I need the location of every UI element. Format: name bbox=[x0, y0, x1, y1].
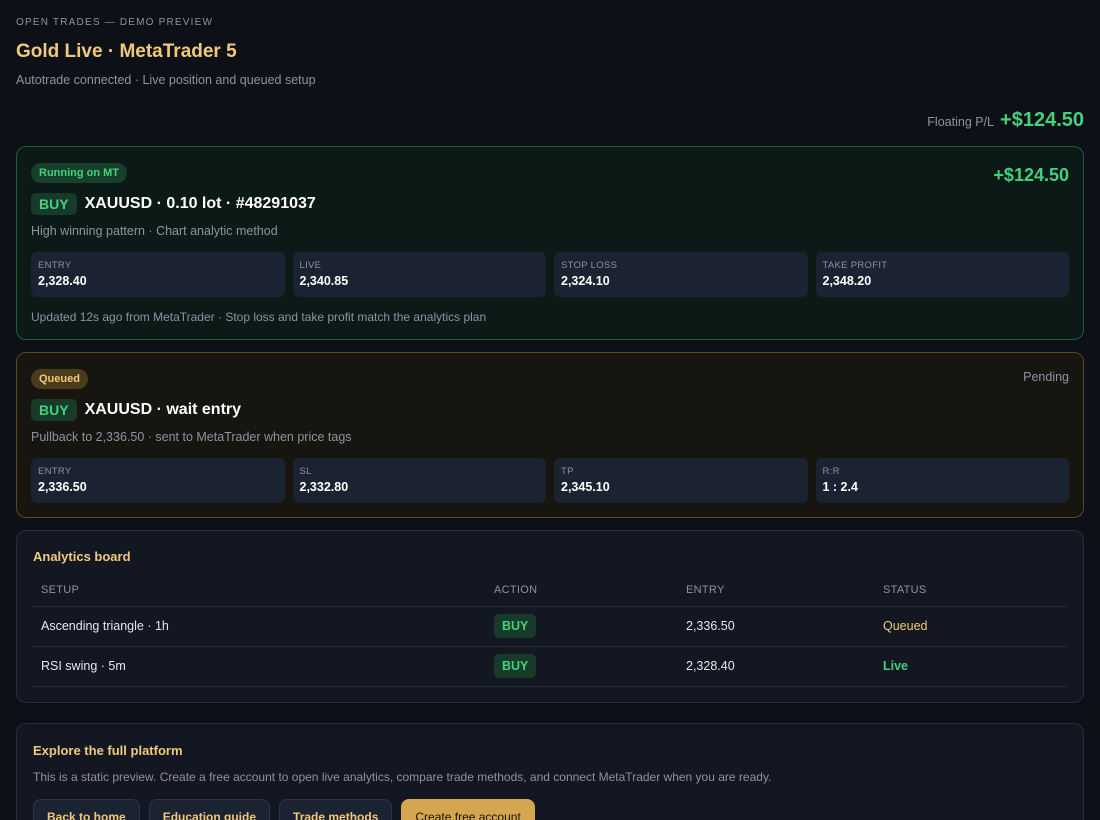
queued-setup-card: Queued Pending BUY XAUUSD · wait entry P… bbox=[16, 352, 1084, 518]
setup-cell: Ascending triangle · 1h bbox=[33, 606, 486, 647]
explore-title: Explore the full platform bbox=[33, 743, 183, 758]
metrics-grid: ENTRY 2,328.40 LIVE 2,340.85 STOP LOSS 2… bbox=[31, 252, 1069, 297]
metric-label: SL bbox=[299, 466, 312, 477]
metric-label: R:R bbox=[822, 466, 840, 477]
metric-value: 2,336.50 bbox=[38, 480, 87, 494]
metric-label: ENTRY bbox=[38, 466, 72, 477]
floating-pl-value: +$124.50 bbox=[1000, 109, 1084, 131]
back-to-home-button[interactable]: Back to home bbox=[33, 799, 140, 820]
explore-actions: Back to home Education guide Trade metho… bbox=[33, 799, 1067, 820]
explore-panel: Explore the full platform This is a stat… bbox=[16, 723, 1084, 820]
metric-value: 2,332.80 bbox=[299, 480, 349, 494]
metric-value: 2,328.40 bbox=[38, 274, 87, 288]
metric-value: 2,348.20 bbox=[822, 274, 872, 288]
buy-action-badge: BUY bbox=[494, 654, 537, 678]
metric-tp: TP 2,345.10 bbox=[554, 458, 808, 503]
column-header-status: STATUS bbox=[875, 574, 1067, 607]
buy-badge: BUY bbox=[31, 399, 77, 421]
page-eyebrow: OPEN TRADES — DEMO PREVIEW bbox=[16, 17, 214, 28]
status-cell: Queued bbox=[875, 606, 1067, 647]
buy-action-badge: BUY bbox=[494, 614, 537, 638]
analytics-board: Analytics board SETUP ACTION ENTRY STATU… bbox=[16, 530, 1084, 703]
metric-stop-loss: STOP LOSS 2,324.10 bbox=[554, 252, 808, 297]
column-header-setup: SETUP bbox=[33, 574, 486, 607]
status-badge-queued: Queued bbox=[31, 369, 88, 389]
analytics-title: Analytics board bbox=[33, 549, 131, 564]
metric-value: 2,324.10 bbox=[561, 274, 610, 288]
metric-entry: ENTRY 2,336.50 bbox=[31, 458, 285, 503]
metric-label: TP bbox=[561, 466, 574, 477]
metric-value: 1 : 2.4 bbox=[822, 480, 858, 494]
education-guide-button[interactable]: Education guide bbox=[148, 799, 271, 820]
metric-value: 2,340.85 bbox=[299, 274, 349, 288]
status-badge-running: Running on MT bbox=[31, 163, 128, 183]
metric-rr: R:R 1 : 2.4 bbox=[815, 458, 1069, 503]
page-subtitle: Autotrade connected · Live position and … bbox=[16, 73, 316, 87]
update-note: Updated 12s ago from MetaTrader · Stop l… bbox=[31, 310, 487, 324]
floating-pl: Floating P/L +$124.50 bbox=[927, 109, 1084, 132]
metric-label: STOP LOSS bbox=[561, 260, 618, 271]
trade-methods-button[interactable]: Trade methods bbox=[279, 799, 393, 820]
trade-line: BUY XAUUSD · 0.10 lot · #48291037 bbox=[31, 193, 1069, 215]
metrics-grid: ENTRY 2,336.50 SL 2,332.80 TP 2,345.10 R… bbox=[31, 458, 1069, 503]
metric-label: TAKE PROFIT bbox=[822, 260, 888, 271]
table-row[interactable]: Ascending triangle · 1h BUY 2,336.50 Que… bbox=[33, 606, 1067, 647]
create-account-button[interactable]: Create free account bbox=[401, 799, 535, 820]
trade-line: BUY XAUUSD · wait entry bbox=[31, 399, 1069, 421]
metric-sl: SL 2,332.80 bbox=[292, 458, 546, 503]
live-position-card: Running on MT +$124.50 BUY XAUUSD · 0.10… bbox=[16, 146, 1084, 340]
buy-badge: BUY bbox=[31, 193, 77, 215]
metric-label: ENTRY bbox=[38, 260, 72, 271]
trade-title: XAUUSD · 0.10 lot · #48291037 bbox=[84, 195, 316, 212]
page-title: Gold Live · MetaTrader 5 bbox=[16, 41, 237, 62]
column-header-action: ACTION bbox=[486, 574, 678, 607]
table-row[interactable]: RSI swing · 5m BUY 2,328.40 Live bbox=[33, 646, 1067, 687]
status-cell: Live bbox=[875, 646, 1067, 687]
metric-live: LIVE 2,340.85 bbox=[292, 252, 546, 297]
metric-value: 2,345.10 bbox=[561, 480, 610, 494]
trade-title: XAUUSD · wait entry bbox=[84, 401, 242, 418]
position-pl: +$124.50 bbox=[993, 165, 1069, 185]
metric-entry: ENTRY 2,328.40 bbox=[31, 252, 285, 297]
analytics-table: SETUP ACTION ENTRY STATUS Ascending tria… bbox=[33, 574, 1067, 687]
action-cell: BUY bbox=[486, 606, 678, 647]
pending-label: Pending bbox=[1023, 370, 1069, 384]
column-header-entry: ENTRY bbox=[678, 574, 875, 607]
floating-pl-label: Floating P/L bbox=[927, 115, 995, 129]
table-header-row: SETUP ACTION ENTRY STATUS bbox=[33, 574, 1067, 607]
metric-label: LIVE bbox=[299, 260, 322, 271]
entry-cell: 2,336.50 bbox=[678, 606, 875, 647]
trade-description: High winning pattern · Chart analytic me… bbox=[31, 224, 278, 238]
entry-cell: 2,328.40 bbox=[678, 646, 875, 687]
explore-description: This is a static preview. Create a free … bbox=[33, 770, 772, 784]
trade-description: Pullback to 2,336.50 · sent to MetaTrade… bbox=[31, 430, 352, 444]
setup-cell: RSI swing · 5m bbox=[33, 646, 486, 687]
action-cell: BUY bbox=[486, 646, 678, 687]
metric-take-profit: TAKE PROFIT 2,348.20 bbox=[815, 252, 1069, 297]
